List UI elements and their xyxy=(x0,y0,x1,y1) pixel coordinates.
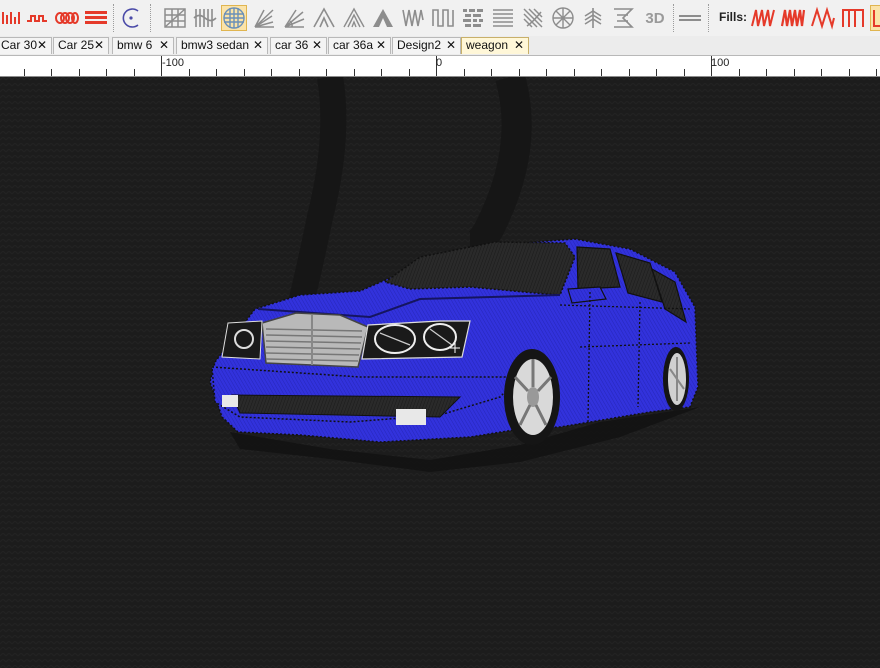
close-icon[interactable]: ✕ xyxy=(376,38,386,53)
step-fill-icon[interactable] xyxy=(430,5,456,31)
rear-wheel xyxy=(663,347,689,411)
overflow-fill-red-icon[interactable] xyxy=(870,5,880,31)
radial-fill-icon[interactable] xyxy=(281,5,307,31)
tab-car-25[interactable]: Car 25 ✕ xyxy=(53,37,109,54)
texture-fill-icon[interactable] xyxy=(460,5,486,31)
close-icon[interactable]: ✕ xyxy=(94,38,104,53)
embroidery-design xyxy=(0,77,880,668)
open-zigzag-fill-red-icon[interactable] xyxy=(810,5,836,31)
tab-car-36[interactable]: car 36 ✕ xyxy=(270,37,327,54)
zigzag-fill-red-icon[interactable] xyxy=(750,5,776,31)
circle-grid-fill-icon[interactable] xyxy=(221,5,247,31)
satin-stitch-icon[interactable] xyxy=(0,5,26,31)
horizontal-ruler[interactable]: -100 0 100 xyxy=(0,56,880,77)
tab-label: bmw3 sedan xyxy=(181,38,250,52)
tab-bmw3-sedan[interactable]: bmw3 sedan ✕ xyxy=(176,37,268,54)
spike-fill-icon[interactable] xyxy=(311,5,337,31)
feather-fill-icon[interactable] xyxy=(580,5,606,31)
close-icon[interactable]: ✕ xyxy=(446,38,456,53)
tab-car-30[interactable]: Car 30 ✕ xyxy=(0,37,52,54)
dense-zigzag-fill-red-icon[interactable] xyxy=(780,5,806,31)
tab-label: Car 30 xyxy=(1,38,38,52)
close-icon[interactable]: ✕ xyxy=(253,38,263,53)
close-icon[interactable]: ✕ xyxy=(37,38,47,53)
zigzag-stitch-icon[interactable] xyxy=(25,5,51,31)
fog-light-left xyxy=(222,395,238,407)
toolbar-separator xyxy=(113,4,115,32)
close-icon[interactable]: ✕ xyxy=(514,38,524,53)
tab-weagon[interactable]: weagon ✕ xyxy=(461,37,529,54)
close-icon[interactable]: ✕ xyxy=(159,38,169,53)
cross-fill-icon[interactable] xyxy=(610,5,636,31)
loop-stitch-icon[interactable] xyxy=(54,5,80,31)
tab-label: bmw 6 xyxy=(117,38,153,52)
tab-label: car 36 xyxy=(275,38,309,52)
3d-fill-icon[interactable]: 3D xyxy=(640,5,670,31)
fog-light-right xyxy=(396,409,426,425)
ruler-label-100: 100 xyxy=(711,57,730,69)
tab-label: car 36a xyxy=(333,38,374,52)
lines-fill-icon[interactable] xyxy=(490,5,516,31)
tab-car-36a[interactable]: car 36a ✕ xyxy=(328,37,391,54)
column-fill-red-icon[interactable] xyxy=(840,5,866,31)
layer-stitch-icon[interactable] xyxy=(83,5,109,31)
triangle-fill-icon[interactable] xyxy=(370,5,396,31)
tab-bmw-6[interactable]: bmw 6 ✕ xyxy=(112,37,174,54)
curve-tool-icon[interactable] xyxy=(118,5,144,31)
front-wheel xyxy=(504,349,560,445)
tab-label: Design2 xyxy=(397,38,442,52)
document-tabs: Car 30 ✕ Car 25 ✕ bmw 6 ✕ bmw3 sedan ✕ car 3… xyxy=(0,36,880,56)
double-line-icon[interactable] xyxy=(677,5,703,31)
ruler-label-0: 0 xyxy=(436,57,443,69)
car-grille xyxy=(261,312,369,368)
wheel-fill-icon[interactable] xyxy=(550,5,576,31)
ribbon-fill-icon[interactable] xyxy=(400,5,426,31)
tab-label: Car 25 xyxy=(58,38,95,52)
tab-design2[interactable]: Design2 ✕ xyxy=(392,37,461,54)
fills-label: Fills: xyxy=(719,10,748,24)
design-canvas[interactable] xyxy=(0,77,880,668)
stitch-toolbar: 3D Fills: xyxy=(0,0,880,37)
mountain-fill-icon[interactable] xyxy=(341,5,367,31)
toolbar-separator xyxy=(673,4,675,32)
tab-label: weagon xyxy=(466,38,509,52)
3d-label: 3D xyxy=(645,9,665,27)
toolbar-separator xyxy=(150,4,152,32)
close-icon[interactable]: ✕ xyxy=(312,38,322,53)
fan-fill-icon[interactable] xyxy=(251,5,277,31)
ruler-label-minus-100: -100 xyxy=(162,57,185,69)
toolbar-separator xyxy=(708,4,710,32)
burst-fill-icon[interactable] xyxy=(520,5,546,31)
grid-fill-icon[interactable] xyxy=(162,5,188,31)
wave-fill-icon[interactable] xyxy=(192,5,218,31)
